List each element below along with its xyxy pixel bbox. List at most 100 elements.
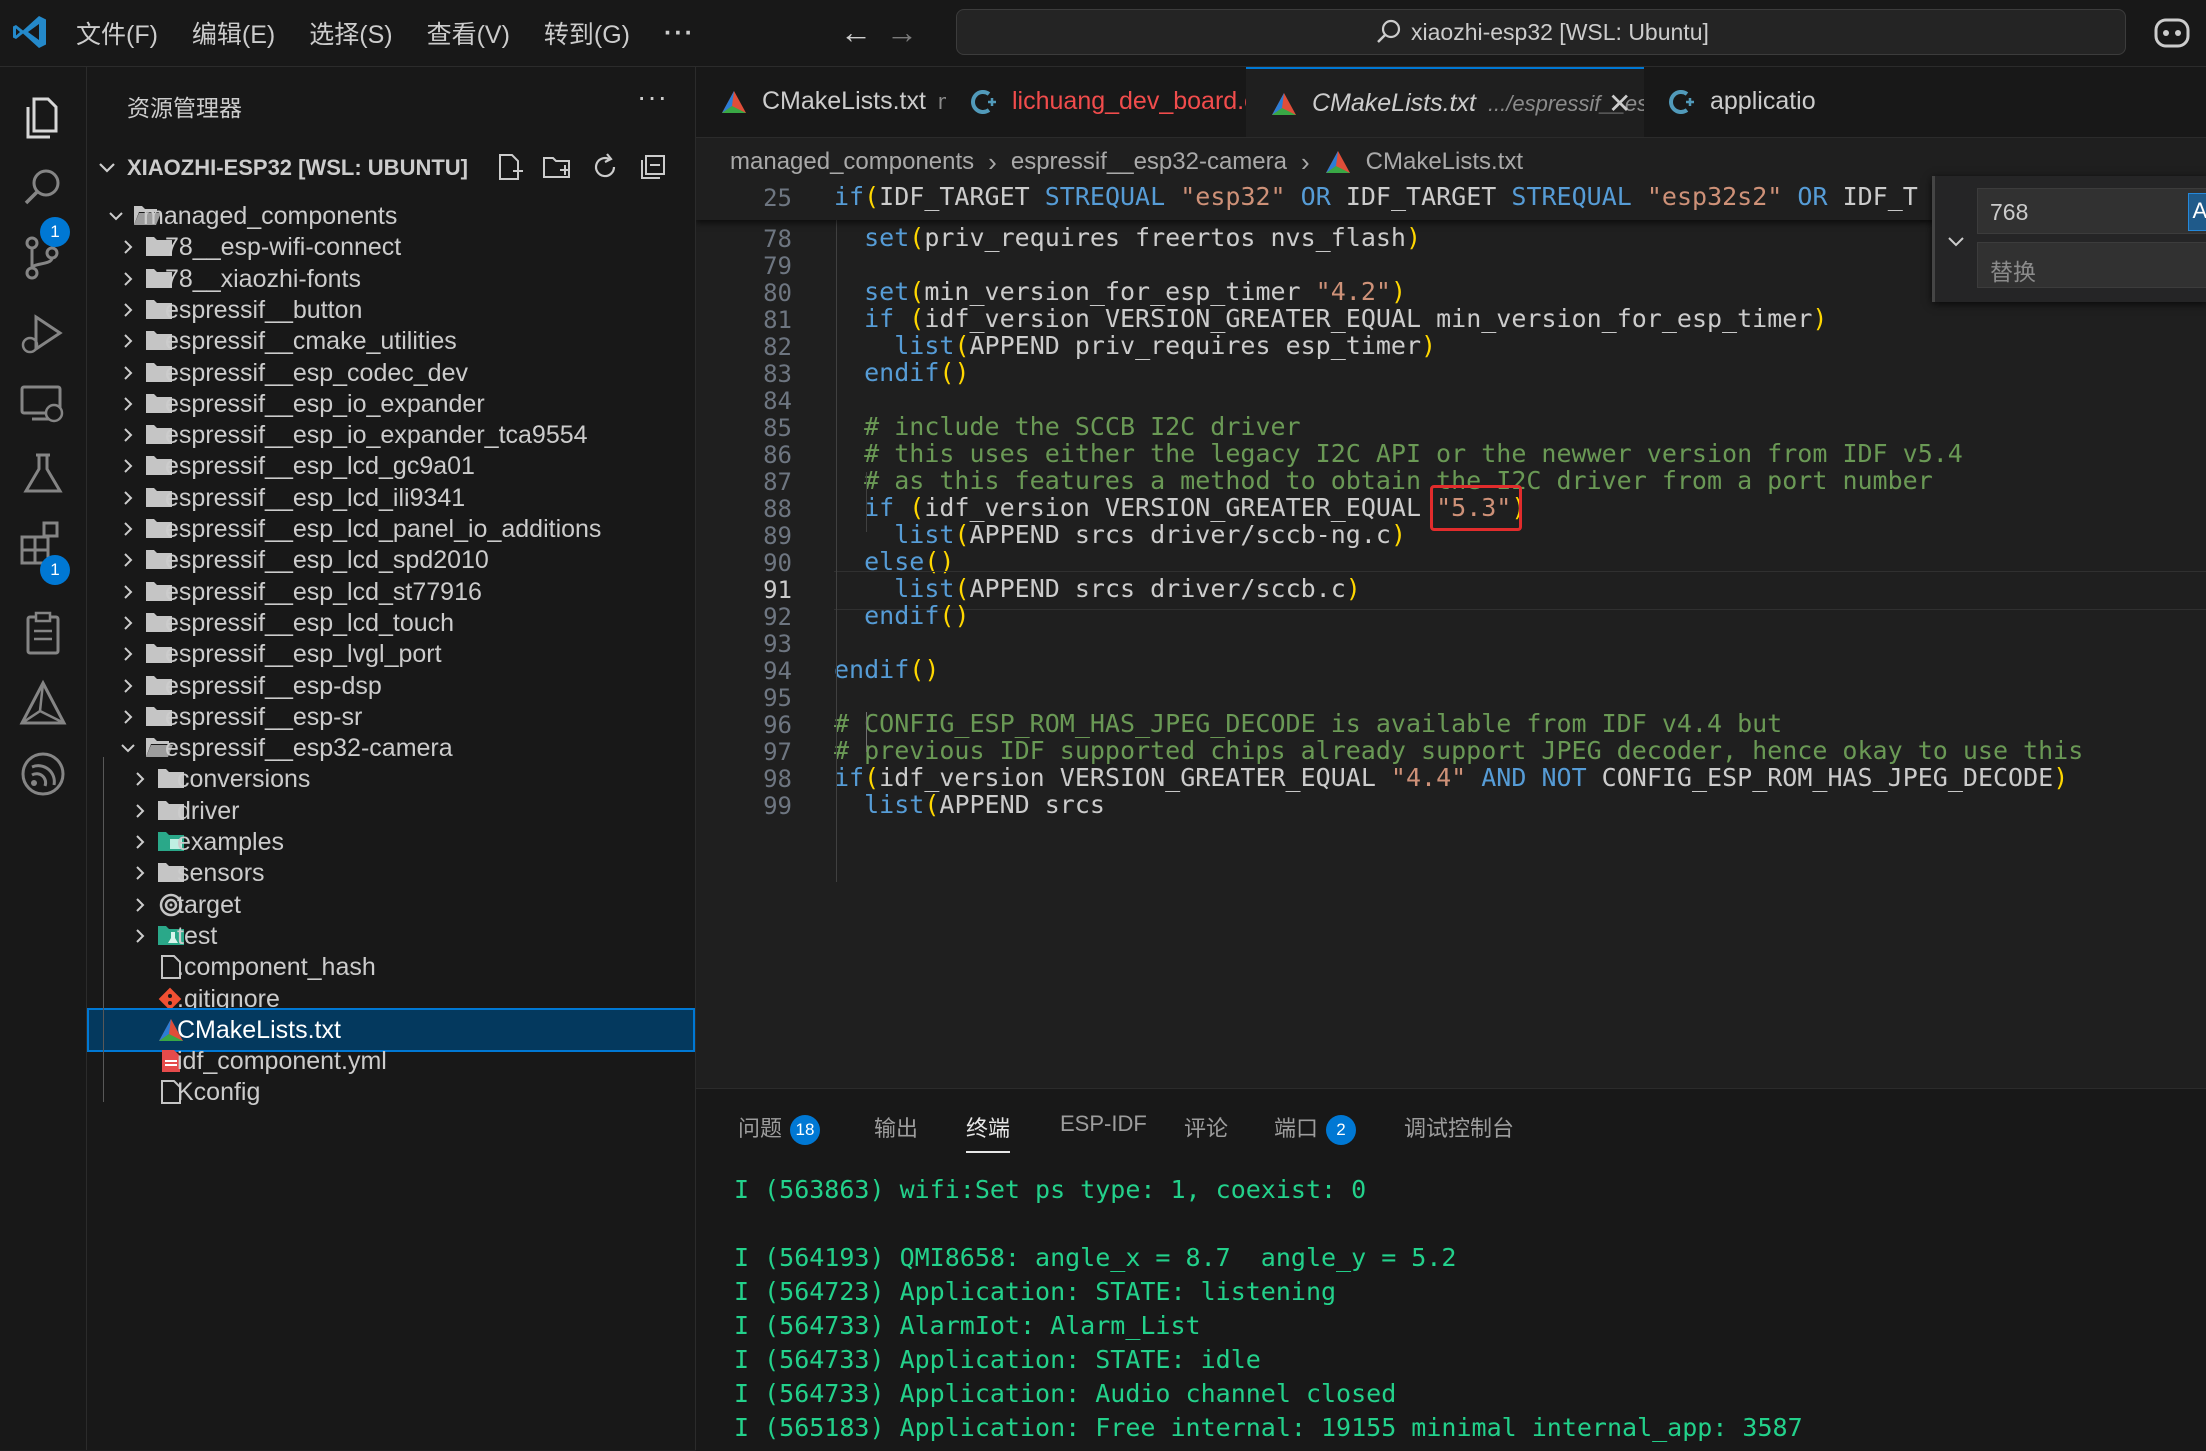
match-case-toggle[interactable]: Aa [2188, 193, 2206, 231]
line-number: 91 [763, 576, 792, 604]
menu-item-0[interactable]: 文件(F) [76, 15, 158, 51]
line-number: 92 [763, 603, 792, 631]
chevron-down-icon [121, 744, 135, 753]
breadcrumb-separator: › [1300, 146, 1310, 177]
copilot-icon[interactable] [2152, 14, 2192, 50]
chevron-right-icon [124, 240, 133, 255]
workspace-root[interactable]: XIAOZHI-ESP32 [WSL: UBUNTU] [87, 145, 695, 189]
editor-tab-1[interactable]: lichuang_dev_board.cc9+ [946, 67, 1306, 137]
breadcrumb: managed_components › espressif__esp32-came… [730, 144, 1523, 180]
panel-tab-5[interactable]: 端口 2 [1274, 1111, 1357, 1146]
run-debug-icon[interactable] [14, 305, 72, 363]
chevron-right-icon [136, 929, 145, 943]
line-number: 85 [763, 414, 792, 442]
find-input[interactable]: 768 Aa [1977, 188, 2206, 234]
menu-item-1[interactable]: 编辑(E) [192, 15, 275, 51]
breadcrumb-item[interactable]: CMakeLists.txt [1366, 148, 1523, 176]
line-number: 97 [763, 738, 792, 766]
panel-tab-1[interactable]: 输出 [874, 1111, 918, 1143]
menu-item-3[interactable]: 查看(V) [427, 15, 510, 51]
chevron-down-icon [99, 163, 115, 173]
code-line: list(APPEND priv_requires esp_timer) [894, 331, 1437, 360]
testing-flask-icon[interactable] [14, 445, 72, 503]
back-arrow-icon[interactable]: ← [840, 14, 872, 51]
line-number: 84 [763, 387, 792, 415]
line-number: 83 [763, 360, 792, 388]
chevron-right-icon [136, 835, 145, 849]
refresh-icon[interactable] [589, 151, 621, 183]
new-folder-icon[interactable] [541, 151, 573, 183]
sticky-code: if(IDF_TARGET STREQUAL "esp32" OR IDF_TA… [834, 182, 1918, 211]
search-view-icon[interactable] [14, 159, 72, 217]
tab-filename: CMakeLists.txt [762, 87, 926, 115]
clipboard-icon[interactable] [14, 605, 72, 663]
chevron-right-icon [136, 897, 145, 912]
toggle-replace-chevron-icon[interactable] [1945, 230, 1967, 252]
breadcrumb-item[interactable]: managed_components [730, 148, 974, 176]
cpp-file-icon [1669, 90, 1694, 114]
line-number: 90 [763, 549, 792, 577]
extensions-badge: 1 [40, 555, 70, 585]
menu-item-4[interactable]: 转到(G) [544, 15, 630, 51]
panel-tab-4[interactable]: 评论 [1184, 1111, 1228, 1143]
cmake-file-icon [1325, 151, 1350, 173]
terminal-line: I (564733) AlarmIot: Alarm_List [734, 1311, 1201, 1340]
collapse-all-icon[interactable] [637, 151, 669, 183]
breadcrumb-item[interactable]: espressif__esp32-camera [1011, 148, 1287, 176]
chevron-right-icon [124, 647, 133, 661]
esp-idf-icon[interactable] [14, 745, 72, 803]
cmake-file-icon [1272, 93, 1296, 115]
line-number: 82 [763, 333, 792, 361]
panel-tab-0[interactable]: 问题 18 [738, 1111, 821, 1146]
replace-input[interactable]: 替换 [1977, 242, 2206, 288]
panel-tab-2[interactable]: 终端 [966, 1111, 1011, 1153]
line-number: 25 [763, 184, 792, 212]
tab-filename: lichuang_dev_board.cc [1012, 87, 1270, 115]
line-number: 79 [763, 252, 792, 280]
line-number: 78 [763, 225, 792, 253]
terminal-line: I (575183) Application: Free internal: 1… [734, 1447, 1803, 1451]
code-line: # as this features a method to obtain th… [864, 466, 1933, 495]
vscode-logo-icon [13, 16, 46, 48]
cmake-icon[interactable] [14, 675, 72, 733]
menu-item-2[interactable]: 选择(S) [309, 15, 392, 51]
explorer-more-icon[interactable]: ··· [637, 81, 668, 113]
terminal-line: I (565183) Application: Free internal: 1… [734, 1413, 1803, 1442]
chevron-right-icon [124, 616, 133, 630]
code-editor[interactable]: 25 if(IDF_TARGET STREQUAL "esp32" OR IDF… [696, 182, 2206, 1088]
explorer-icon[interactable] [14, 89, 72, 147]
panel-tab-label: 调试控制台 [1404, 1116, 1515, 1141]
terminal-line: I (564733) Application: Audio channel cl… [734, 1379, 1397, 1408]
chevron-right-icon [136, 772, 145, 787]
editor-tab-2[interactable]: CMakeLists.txt .../espressif__esp32-camer… [1246, 67, 1766, 137]
chevron-down-icon [109, 212, 123, 221]
tree-file-28[interactable]: Kconfig [87, 1070, 695, 1114]
tab-label: applicatio [1710, 87, 1816, 116]
activity-bar: 1 1 [0, 67, 87, 1450]
panel-tab-label: 端口 [1274, 1116, 1319, 1141]
editor-tab-3[interactable]: applicatio [1644, 67, 2206, 137]
panel-tab-label: 输出 [874, 1116, 919, 1141]
new-file-icon[interactable] [493, 151, 525, 183]
close-icon[interactable]: ✕ [1608, 87, 1631, 120]
editor-tab-0[interactable]: CMakeLists.txtmain [696, 67, 986, 137]
code-line: if (idf_version VERSION_GREATER_EQUAL mi… [864, 304, 1828, 333]
panel-tab-6[interactable]: 调试控制台 [1404, 1111, 1514, 1143]
cmake-file-icon [722, 91, 746, 113]
find-replace-widget: 768 Aa 替换 [1932, 176, 2206, 302]
line-number: 98 [763, 765, 792, 793]
panel-tab-badge: 2 [1326, 1115, 1357, 1146]
remote-explorer-icon[interactable] [14, 375, 72, 433]
line-number: 80 [763, 279, 792, 307]
panel-tabs: 问题 18 输出 终端 ESP-IDF 评论 端口 2 调试控制台 [696, 1089, 2206, 1161]
menu-item-5[interactable]: ··· [664, 19, 695, 48]
forward-arrow-icon[interactable]: → [886, 14, 918, 51]
tree-label: Kconfig [177, 1078, 261, 1107]
terminal-line: I (564723) Application: STATE: listening [734, 1277, 1337, 1306]
chevron-right-icon [124, 271, 133, 286]
search-icon [1377, 19, 1401, 43]
command-center-search[interactable]: xiaozhi-esp32 [WSL: Ubuntu] [956, 9, 2126, 55]
chevron-right-icon [124, 397, 133, 411]
chevron-right-icon [124, 303, 133, 317]
panel-tab-3[interactable]: ESP-IDF [1060, 1111, 1147, 1137]
